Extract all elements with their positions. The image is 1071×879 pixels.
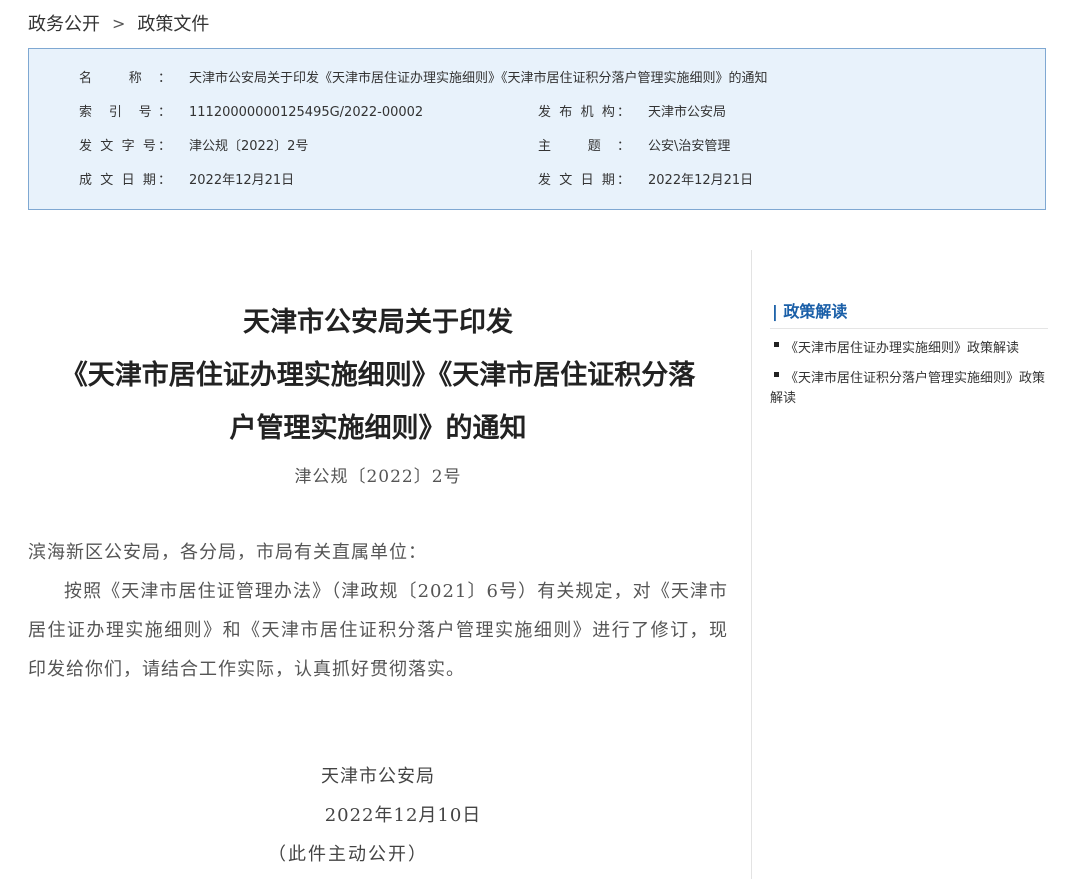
document-salutation: 滨海新区公安局，各分局，市局有关直属单位： xyxy=(28,542,427,563)
document-body: 滨海新区公安局，各分局，市局有关直属单位： 按照《天津市居住证管理办法》（津政规… xyxy=(28,533,728,689)
meta-topic-value: 公安\治安管理 xyxy=(648,139,731,154)
meta-row-name: 名 称： 天津市公安局关于印发《天津市居住证办理实施细则》《天津市居住证积分落户… xyxy=(29,69,1045,89)
policy-interpretation-link-1[interactable]: 《天津市居住证办理实施细则》政策解读 xyxy=(770,339,1048,359)
meta-name-label: 名 称： xyxy=(79,71,171,86)
breadcrumb: 政务公开 > 政策文件 xyxy=(28,10,209,36)
policy-interpretation-link-text: 《天津市居住证办理实施细则》政策解读 xyxy=(785,341,1020,356)
meta-published-label: 发 文 日 期： xyxy=(538,173,630,188)
meta-index-value: 11120000000125495G/2022-00002 xyxy=(189,105,424,120)
meta-row-index: 索 引 号： 11120000000125495G/2022-00002 发 布… xyxy=(29,103,1045,123)
meta-name-value: 天津市公安局关于印发《天津市居住证办理实施细则》《天津市居住证积分落户管理实施细… xyxy=(189,71,768,86)
document-metadata-box: 名 称： 天津市公安局关于印发《天津市居住证办理实施细则》《天津市居住证积分落户… xyxy=(28,48,1046,210)
policy-interpretation-list: 《天津市居住证办理实施细则》政策解读 《天津市居住证积分落户管理实施细则》政策解… xyxy=(770,339,1048,409)
document-title-line-3: 户管理实施细则》的通知 xyxy=(229,413,527,444)
policy-interpretation-link-text: 《天津市居住证积分落户管理实施细则》政策解读 xyxy=(770,371,1046,406)
policy-interpretation-heading: | 政策解读 xyxy=(770,300,1048,329)
meta-issuer-value: 天津市公安局 xyxy=(648,105,727,120)
signature-organization: 天津市公安局 xyxy=(321,766,435,787)
meta-created-value: 2022年12月21日 xyxy=(189,173,295,188)
breadcrumb-separator: > xyxy=(112,13,126,33)
signature-date: 2022年12月10日 xyxy=(324,805,482,826)
document-title-line-1: 天津市公安局关于印发 xyxy=(243,307,513,338)
policy-interpretation-panel: | 政策解读 《天津市居住证办理实施细则》政策解读 《天津市居住证积分落户管理实… xyxy=(770,300,1048,419)
meta-docno-value: 津公规〔2022〕2号 xyxy=(189,139,309,154)
meta-published-value: 2022年12月21日 xyxy=(648,173,754,188)
document-paragraph: 按照《天津市居住证管理办法》（津政规〔2021〕6号）有关规定，对《天津市居住证… xyxy=(28,581,728,680)
square-bullet-icon xyxy=(774,372,779,377)
document-title-line-2: 《天津市居住证办理实施细则》《天津市居住证积分落 xyxy=(60,360,696,391)
meta-docno-label: 发 文 字 号： xyxy=(79,139,171,154)
document-number: 津公规〔2022〕2号 xyxy=(294,467,462,487)
meta-issuer-label: 发 布 机 构： xyxy=(538,105,630,120)
document-title: 天津市公安局关于印发 《天津市居住证办理实施细则》《天津市居住证积分落 户管理实… xyxy=(28,296,728,455)
breadcrumb-current-link[interactable]: 政策文件 xyxy=(137,10,209,36)
meta-row-docno: 发 文 字 号： 津公规〔2022〕2号 主 题： 公安\治安管理 xyxy=(29,137,1045,157)
column-divider xyxy=(751,250,752,879)
public-disclosure-note: （此件主动公开） xyxy=(268,844,428,865)
policy-interpretation-link-2[interactable]: 《天津市居住证积分落户管理实施细则》政策解读 xyxy=(770,369,1048,409)
breadcrumb-home-link[interactable]: 政务公开 xyxy=(28,10,100,36)
meta-row-dates: 成 文 日 期： 2022年12月21日 发 文 日 期： 2022年12月21… xyxy=(29,171,1045,191)
meta-created-label: 成 文 日 期： xyxy=(79,173,171,188)
square-bullet-icon xyxy=(774,342,779,347)
meta-index-label: 索 引 号： xyxy=(79,105,171,120)
meta-topic-label: 主 题： xyxy=(538,139,630,154)
